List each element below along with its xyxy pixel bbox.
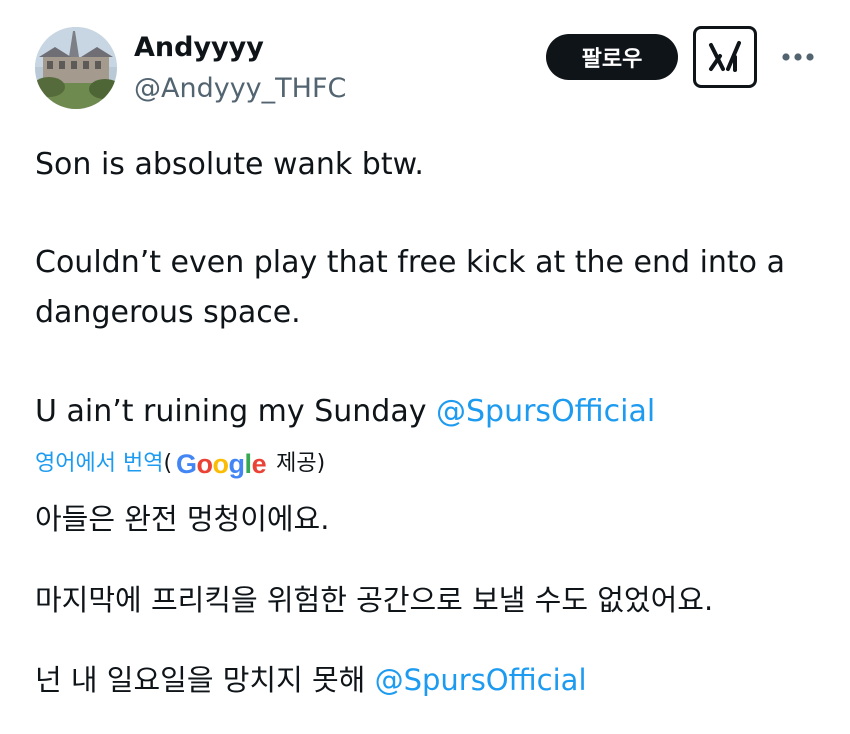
grok-button[interactable] (693, 26, 757, 88)
mention-link[interactable]: @SpursOfficial (436, 394, 655, 429)
tweet-text-segment: U ain’t ruining my Sunday (35, 394, 436, 429)
google-logo: Google (176, 449, 267, 479)
more-options-button[interactable] (774, 42, 822, 72)
translation-attribution: 영어에서 번역 ( Google 제공) (35, 446, 325, 482)
tweet-text-line: U ain’t ruining my Sunday @SpursOfficial (35, 392, 655, 432)
author-handle[interactable]: @Andyyy_THFC (134, 71, 346, 107)
author-display-name[interactable]: Andyyyy (134, 30, 264, 66)
provider-suffix: 제공) (276, 451, 326, 476)
translated-text-line: 마지막에 프리킥을 위험한 공간으로 보낼 수도 없었어요. (35, 583, 714, 617)
translated-text-segment: 넌 내 일요일을 망치지 못해 (35, 663, 375, 697)
tweet-text-line: dangerous space. (35, 295, 301, 330)
translated-text-line: 아들은 완전 멍청이에요. (35, 502, 330, 536)
open-paren: ( (163, 451, 173, 476)
tweet-text-line: Son is absolute wank btw. (35, 147, 424, 182)
avatar-image (35, 27, 117, 109)
grok-x-icon (709, 41, 741, 72)
mention-link[interactable]: @SpursOfficial (375, 663, 587, 697)
follow-button[interactable]: 팔로우 (546, 34, 678, 80)
avatar[interactable] (35, 27, 117, 109)
tweet-text-line: Couldn’t even play that free kick at the… (35, 245, 785, 280)
translated-text-line: 넌 내 일요일을 망치지 못해 @SpursOfficial (35, 660, 587, 700)
translate-link[interactable]: 영어에서 번역 (35, 446, 163, 482)
more-dots-icon (782, 53, 814, 61)
